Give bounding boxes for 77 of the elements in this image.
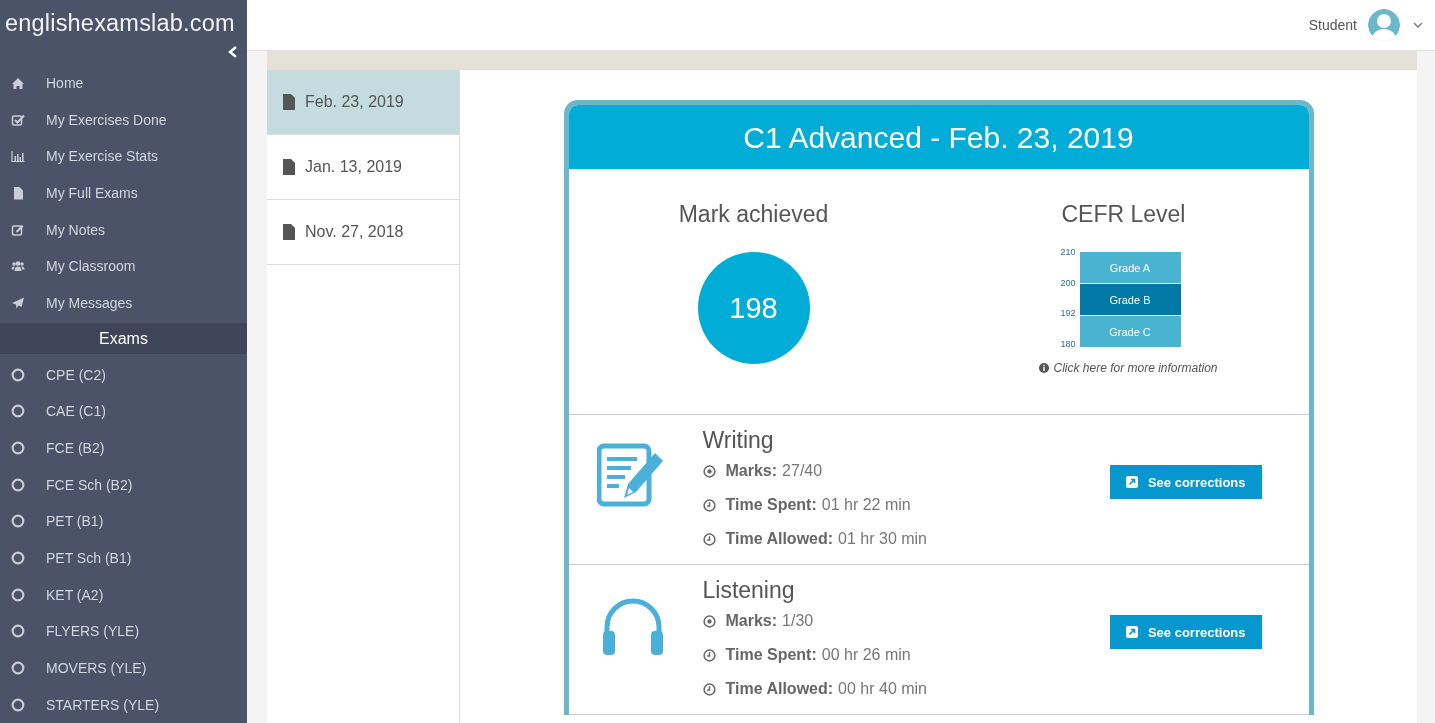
sidebar-item[interactable]: CAE (C1): [0, 392, 247, 430]
target-icon: [702, 614, 716, 628]
note-icon: [11, 222, 25, 237]
scale-label: 210: [1060, 247, 1076, 257]
file-icon: [11, 185, 25, 200]
grade-band: Grade C: [1079, 316, 1181, 347]
clock-icon: [702, 682, 716, 696]
sidebar-item[interactable]: FCE (B2): [0, 429, 247, 467]
user-name[interactable]: Student: [1308, 17, 1357, 33]
sidebar-item[interactable]: PET Sch (B1): [0, 539, 247, 577]
sidebar-item[interactable]: My Exercise Stats: [0, 137, 247, 175]
card-title: C1 Advanced - Feb. 23, 2019: [568, 105, 1309, 169]
info-link[interactable]: Click here for more information: [1039, 361, 1218, 375]
home-icon: [11, 75, 25, 90]
sidebar-item[interactable]: PET (B1): [0, 503, 247, 540]
circle-icon: [11, 514, 25, 529]
circle-icon: [11, 404, 25, 419]
sidebar-item[interactable]: My Full Exams: [0, 174, 247, 212]
exam-date-item[interactable]: Jan. 13, 2019: [267, 135, 459, 200]
sidebar-item[interactable]: CPE (C2): [0, 356, 247, 393]
chevron-left-icon[interactable]: [227, 44, 239, 59]
send-icon: [11, 295, 25, 310]
chart-icon: [11, 149, 25, 164]
caret-icon[interactable]: [1413, 21, 1423, 29]
stat-text: Time Spent: 01 hr 22 min: [725, 496, 911, 514]
scale-label: 180: [1060, 338, 1076, 349]
file-icon: [282, 224, 296, 240]
circle-icon: [11, 477, 25, 492]
exam-date-item[interactable]: Nov. 27, 2018: [267, 200, 459, 265]
site-logo[interactable]: englishexamslab.com: [0, 0, 247, 41]
exam-date-item[interactable]: Feb. 23, 2019: [267, 70, 459, 135]
circle-icon: [11, 587, 25, 602]
stat-text: Time Allowed: 00 hr 40 min: [725, 680, 927, 698]
file-icon: [282, 94, 296, 110]
circle-icon: [11, 551, 25, 565]
scale-label: 200: [1060, 277, 1076, 288]
sidebar-item[interactable]: MOVERS (YLE): [0, 649, 247, 687]
clock-icon: [702, 648, 716, 662]
paper-name: Writing: [702, 427, 775, 454]
grade-band: Grade A: [1079, 252, 1181, 283]
check-icon: [11, 112, 25, 127]
external-link-icon: [1125, 626, 1138, 638]
file-icon: [282, 159, 296, 175]
cefr-heading: CEFR Level: [1061, 201, 1186, 228]
sidebar-item[interactable]: My Messages: [0, 284, 247, 322]
info-icon: [1039, 363, 1050, 373]
sidebar-item[interactable]: FLYERS (YLE): [0, 613, 247, 650]
sidebar-item[interactable]: My Exercises Done: [0, 101, 247, 138]
stat-text: Time Allowed: 01 hr 30 min: [725, 530, 927, 548]
sidebar-item[interactable]: Home: [0, 64, 247, 102]
circle-icon: [11, 697, 25, 712]
grade-band: Grade B: [1079, 284, 1181, 315]
mark-heading: Mark achieved: [678, 201, 829, 228]
circle-icon: [11, 624, 25, 639]
external-link-icon: [1125, 476, 1138, 488]
see-corrections-button[interactable]: See corrections: [1109, 615, 1262, 649]
see-corrections-button[interactable]: See corrections: [1109, 465, 1262, 499]
sidebar-item[interactable]: KET (A2): [0, 576, 247, 613]
target-icon: [702, 464, 716, 478]
sidebar-item[interactable]: My Notes: [0, 211, 247, 248]
sidebar-item[interactable]: STARTERS (YLE): [0, 686, 247, 723]
paper-name: Listening: [702, 577, 796, 604]
sidebar-item[interactable]: My Classroom: [0, 247, 247, 285]
score-circle: 198: [697, 252, 810, 364]
section-header: Exams: [0, 323, 247, 355]
users-icon: [11, 259, 25, 274]
clock-icon: [702, 498, 716, 512]
scale-label: 192: [1060, 308, 1076, 319]
circle-icon: [11, 440, 25, 455]
avatar-icon[interactable]: [1367, 8, 1401, 42]
stat-text: Marks: 27/40: [725, 462, 823, 480]
stat-text: Time Spent: 00 hr 26 min: [725, 646, 911, 664]
stat-text: Marks: 1/30: [725, 612, 814, 630]
circle-icon: [11, 661, 25, 675]
circle-icon: [11, 367, 25, 382]
clock-icon: [702, 532, 716, 546]
sidebar-item[interactable]: FCE Sch (B2): [0, 466, 247, 503]
